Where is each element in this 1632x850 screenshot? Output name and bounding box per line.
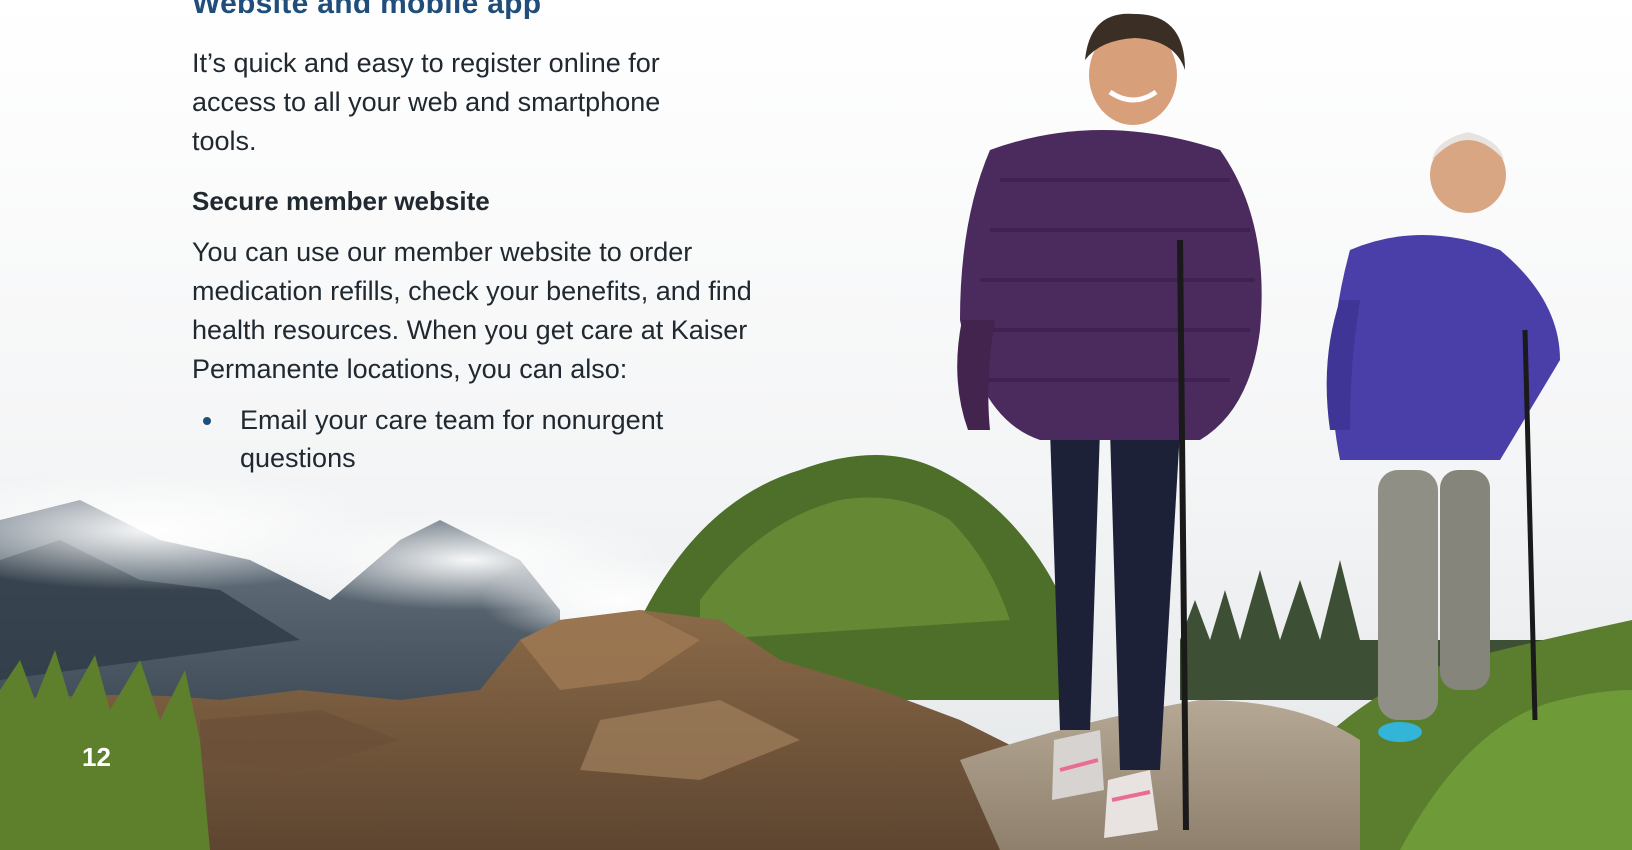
intro-paragraph: It’s quick and easy to register online f…: [192, 48, 661, 156]
section-body: You can use our member website to order …: [192, 237, 752, 384]
brochure-page: Website and mobile app It’s quick and ea…: [0, 0, 1632, 850]
bullet-list: Email your care team for nonurgent quest…: [192, 401, 832, 477]
list-item: Email your care team for nonurgent quest…: [192, 401, 760, 477]
page-number: 12: [82, 742, 111, 772]
bullet-text: Email your care team for nonurgent quest…: [240, 405, 664, 473]
section-heading: Secure member website: [192, 186, 490, 216]
text-column: Website and mobile app It’s quick and ea…: [192, 0, 832, 477]
page-title: Website and mobile app: [192, 0, 542, 20]
bullet-icon: [203, 417, 211, 425]
